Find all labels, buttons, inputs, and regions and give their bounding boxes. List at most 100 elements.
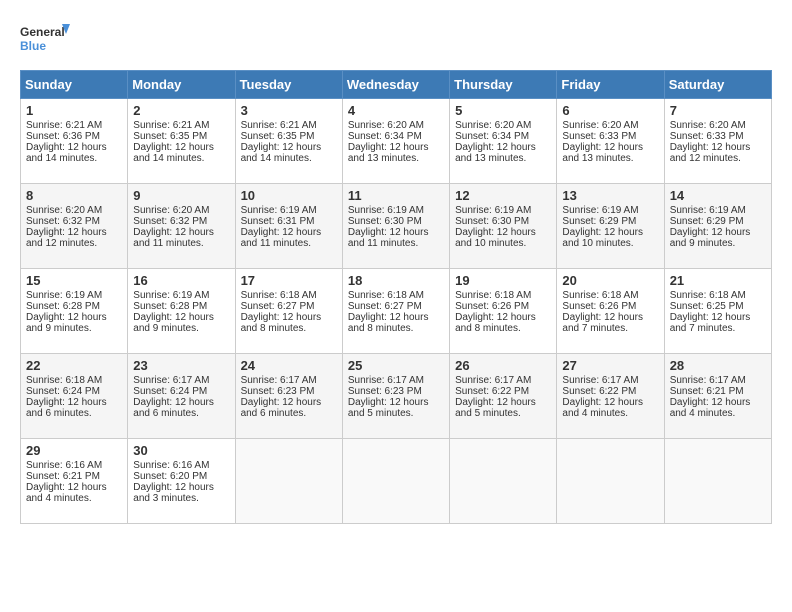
calendar-cell: 24Sunrise: 6:17 AMSunset: 6:23 PMDayligh… <box>235 354 342 439</box>
sunset: Sunset: 6:35 PM <box>133 131 207 142</box>
sunset: Sunset: 6:31 PM <box>241 216 315 227</box>
calendar-cell: 29Sunrise: 6:16 AMSunset: 6:21 PMDayligh… <box>21 439 128 524</box>
day-number: 15 <box>26 273 122 288</box>
daylight: Daylight: 12 hours and 13 minutes. <box>455 142 536 164</box>
sunrise: Sunrise: 6:17 AM <box>241 375 317 386</box>
day-number: 21 <box>670 273 766 288</box>
sunset: Sunset: 6:30 PM <box>455 216 529 227</box>
day-number: 10 <box>241 188 337 203</box>
sunset: Sunset: 6:28 PM <box>133 301 207 312</box>
day-number: 30 <box>133 443 229 458</box>
calendar-cell: 2Sunrise: 6:21 AMSunset: 6:35 PMDaylight… <box>128 99 235 184</box>
sunrise: Sunrise: 6:18 AM <box>670 290 746 301</box>
svg-text:General: General <box>20 25 65 39</box>
daylight: Daylight: 12 hours and 11 minutes. <box>133 227 214 249</box>
daylight: Daylight: 12 hours and 6 minutes. <box>26 397 107 419</box>
day-number: 2 <box>133 103 229 118</box>
daylight: Daylight: 12 hours and 9 minutes. <box>26 312 107 334</box>
day-number: 5 <box>455 103 551 118</box>
sunset: Sunset: 6:32 PM <box>26 216 100 227</box>
sunset: Sunset: 6:22 PM <box>562 386 636 397</box>
sunset: Sunset: 6:27 PM <box>348 301 422 312</box>
logo-svg: General Blue <box>20 20 70 60</box>
calendar-cell: 8Sunrise: 6:20 AMSunset: 6:32 PMDaylight… <box>21 184 128 269</box>
day-number: 4 <box>348 103 444 118</box>
daylight: Daylight: 12 hours and 9 minutes. <box>670 227 751 249</box>
calendar-cell: 17Sunrise: 6:18 AMSunset: 6:27 PMDayligh… <box>235 269 342 354</box>
sunrise: Sunrise: 6:20 AM <box>26 205 102 216</box>
sunset: Sunset: 6:21 PM <box>670 386 744 397</box>
day-number: 11 <box>348 188 444 203</box>
sunrise: Sunrise: 6:18 AM <box>26 375 102 386</box>
sunrise: Sunrise: 6:21 AM <box>241 120 317 131</box>
daylight: Daylight: 12 hours and 10 minutes. <box>562 227 643 249</box>
sunrise: Sunrise: 6:18 AM <box>562 290 638 301</box>
day-number: 9 <box>133 188 229 203</box>
daylight: Daylight: 12 hours and 5 minutes. <box>455 397 536 419</box>
sunset: Sunset: 6:34 PM <box>455 131 529 142</box>
sunrise: Sunrise: 6:20 AM <box>670 120 746 131</box>
daylight: Daylight: 12 hours and 12 minutes. <box>670 142 751 164</box>
sunset: Sunset: 6:35 PM <box>241 131 315 142</box>
sunrise: Sunrise: 6:16 AM <box>26 460 102 471</box>
sunrise: Sunrise: 6:19 AM <box>670 205 746 216</box>
sunset: Sunset: 6:26 PM <box>562 301 636 312</box>
weekday-header: Monday <box>128 71 235 99</box>
sunrise: Sunrise: 6:18 AM <box>348 290 424 301</box>
sunset: Sunset: 6:24 PM <box>26 386 100 397</box>
day-number: 8 <box>26 188 122 203</box>
daylight: Daylight: 12 hours and 14 minutes. <box>26 142 107 164</box>
daylight: Daylight: 12 hours and 6 minutes. <box>241 397 322 419</box>
day-number: 24 <box>241 358 337 373</box>
day-number: 25 <box>348 358 444 373</box>
sunrise: Sunrise: 6:17 AM <box>133 375 209 386</box>
daylight: Daylight: 12 hours and 4 minutes. <box>26 482 107 504</box>
day-number: 17 <box>241 273 337 288</box>
calendar-table: SundayMondayTuesdayWednesdayThursdayFrid… <box>20 70 772 524</box>
day-number: 3 <box>241 103 337 118</box>
sunrise: Sunrise: 6:20 AM <box>455 120 531 131</box>
calendar-cell: 5 Sunrise: 6:20 AMSunset: 6:34 PMDaylight… <box>450 99 557 184</box>
day-number: 23 <box>133 358 229 373</box>
day-number: 27 <box>562 358 658 373</box>
weekday-header: Thursday <box>450 71 557 99</box>
logo: General Blue <box>20 20 70 60</box>
sunset: Sunset: 6:26 PM <box>455 301 529 312</box>
weekday-header: Tuesday <box>235 71 342 99</box>
sunrise: Sunrise: 6:18 AM <box>241 290 317 301</box>
calendar-cell: 25Sunrise: 6:17 AMSunset: 6:23 PMDayligh… <box>342 354 449 439</box>
sunset: Sunset: 6:34 PM <box>348 131 422 142</box>
calendar-cell <box>450 439 557 524</box>
svg-text:Blue: Blue <box>20 39 46 53</box>
sunrise: Sunrise: 6:21 AM <box>133 120 209 131</box>
daylight: Daylight: 12 hours and 8 minutes. <box>348 312 429 334</box>
daylight: Daylight: 12 hours and 14 minutes. <box>241 142 322 164</box>
calendar-cell: 16Sunrise: 6:19 AMSunset: 6:28 PMDayligh… <box>128 269 235 354</box>
calendar-cell: 21Sunrise: 6:18 AMSunset: 6:25 PMDayligh… <box>664 269 771 354</box>
calendar-cell: 15Sunrise: 6:19 AMSunset: 6:28 PMDayligh… <box>21 269 128 354</box>
day-number: 18 <box>348 273 444 288</box>
sunrise: Sunrise: 6:16 AM <box>133 460 209 471</box>
sunset: Sunset: 6:21 PM <box>26 471 100 482</box>
daylight: Daylight: 12 hours and 4 minutes. <box>562 397 643 419</box>
day-number: 16 <box>133 273 229 288</box>
sunrise: Sunrise: 6:21 AM <box>26 120 102 131</box>
day-number: 22 <box>26 358 122 373</box>
sunset: Sunset: 6:33 PM <box>562 131 636 142</box>
daylight: Daylight: 12 hours and 13 minutes. <box>348 142 429 164</box>
sunset: Sunset: 6:29 PM <box>562 216 636 227</box>
daylight: Daylight: 12 hours and 8 minutes. <box>455 312 536 334</box>
sunrise: Sunrise: 6:20 AM <box>133 205 209 216</box>
calendar-cell: 20Sunrise: 6:18 AMSunset: 6:26 PMDayligh… <box>557 269 664 354</box>
sunrise: Sunrise: 6:19 AM <box>455 205 531 216</box>
calendar-cell: 30Sunrise: 6:16 AMSunset: 6:20 PMDayligh… <box>128 439 235 524</box>
calendar-cell: 19Sunrise: 6:18 AMSunset: 6:26 PMDayligh… <box>450 269 557 354</box>
day-number: 1 <box>26 103 122 118</box>
calendar-cell: 27Sunrise: 6:17 AMSunset: 6:22 PMDayligh… <box>557 354 664 439</box>
calendar-cell: 28Sunrise: 6:17 AMSunset: 6:21 PMDayligh… <box>664 354 771 439</box>
calendar-cell: 10Sunrise: 6:19 AMSunset: 6:31 PMDayligh… <box>235 184 342 269</box>
sunrise: Sunrise: 6:17 AM <box>670 375 746 386</box>
day-number: 6 <box>562 103 658 118</box>
sunset: Sunset: 6:36 PM <box>26 131 100 142</box>
daylight: Daylight: 12 hours and 7 minutes. <box>670 312 751 334</box>
